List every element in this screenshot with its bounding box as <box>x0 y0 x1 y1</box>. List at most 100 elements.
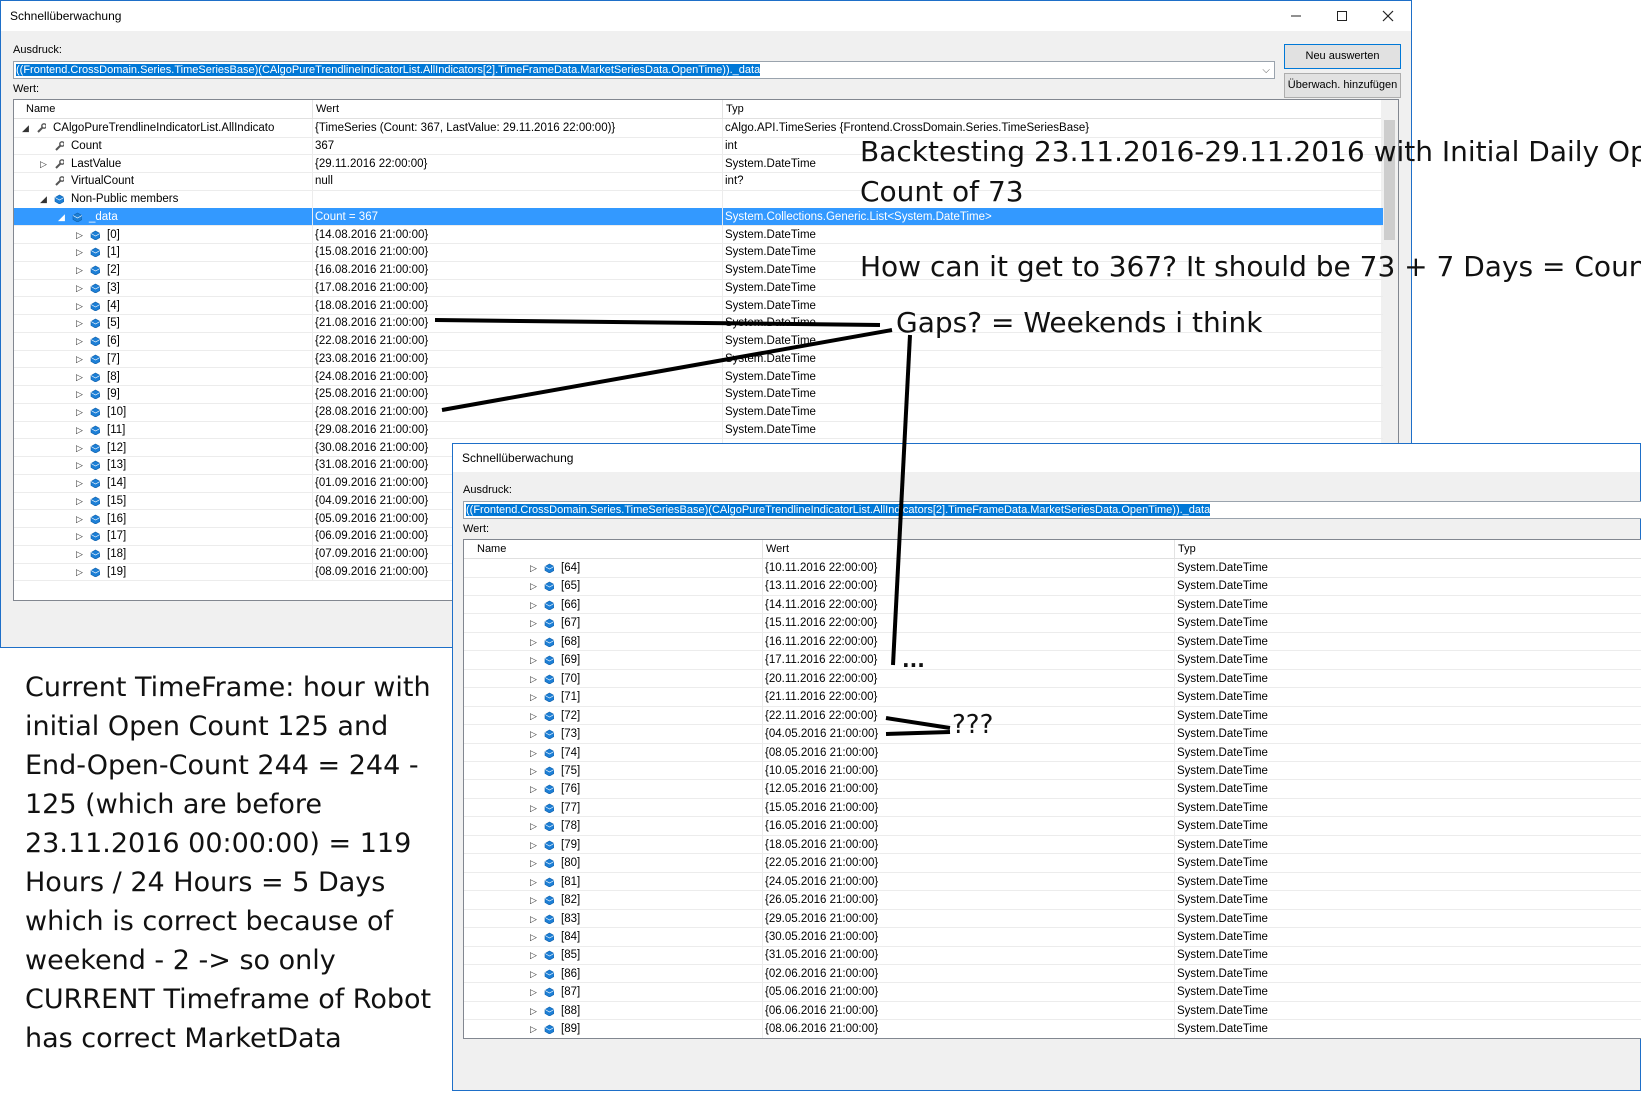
expand-arrow-icon[interactable]: ▷ <box>530 670 537 688</box>
expand-arrow-icon[interactable]: ▷ <box>530 762 537 780</box>
table-row[interactable]: ▷ [64] {10.11.2016 22:00:00} System.DateTim… <box>464 559 1641 578</box>
expand-arrow-icon[interactable]: ▷ <box>530 559 537 577</box>
expand-arrow-icon[interactable]: ▷ <box>76 456 83 474</box>
expand-arrow-icon[interactable]: ▷ <box>76 226 83 244</box>
expand-arrow-icon[interactable]: ▷ <box>530 688 537 706</box>
table-row[interactable]: ▷ [72] {22.11.2016 22:00:00} System.DateTim… <box>464 706 1641 726</box>
expand-arrow-icon[interactable]: ▷ <box>76 421 83 439</box>
table-row[interactable]: ▷ [75] {10.05.2016 21:00:00} System.DateTim… <box>464 761 1641 781</box>
table-row[interactable]: ▷ [80] {22.05.2016 21:00:00} System.DateTim… <box>464 854 1641 873</box>
table-row[interactable]: ▷ [10] {28.08.2016 21:00:00} System.DateTim… <box>14 403 1383 422</box>
reevaluate-button[interactable]: Neu auswerten <box>1284 44 1401 69</box>
collapse-arrow-icon[interactable]: ◢ <box>22 119 29 137</box>
table-row[interactable]: ▷ [73] {04.05.2016 21:00:00} System.DateTim… <box>464 725 1641 744</box>
expand-arrow-icon[interactable]: ▷ <box>530 725 537 743</box>
expand-arrow-icon[interactable]: ▷ <box>530 854 537 872</box>
expand-arrow-icon[interactable]: ▷ <box>76 243 83 261</box>
expand-arrow-icon[interactable]: ▷ <box>530 817 537 835</box>
table-row[interactable]: ▷ [0] {14.08.2016 21:00:00} System.DateTime <box>14 225 1383 244</box>
table-row[interactable]: ▷ [77] {15.05.2016 21:00:00} System.DateTim… <box>464 798 1641 818</box>
expand-arrow-icon[interactable]: ▷ <box>76 439 83 457</box>
table-row[interactable]: ▷ [69] {17.11.2016 22:00:00} System.DateTim… <box>464 651 1641 670</box>
expression-combobox[interactable]: ((Frontend.CrossDomain.Series.TimeSeries… <box>13 61 1275 79</box>
expression-combobox[interactable]: ((Frontend.CrossDomain.Series.TimeSeries… <box>463 501 1641 519</box>
column-header-type[interactable]: Typ <box>722 100 1387 118</box>
expand-arrow-icon[interactable]: ▷ <box>530 614 537 632</box>
column-header-type[interactable]: Typ <box>1174 540 1641 558</box>
maximize-button[interactable] <box>1319 1 1365 31</box>
minimize-icon <box>1291 15 1301 17</box>
column-header-value[interactable]: Wert <box>762 540 1174 558</box>
table-row[interactable]: ▷ [9] {25.08.2016 21:00:00} System.DateTime <box>14 385 1383 404</box>
expand-arrow-icon[interactable]: ▷ <box>530 1002 537 1020</box>
expand-arrow-icon[interactable]: ▷ <box>76 527 83 545</box>
minimize-button[interactable] <box>1273 1 1319 31</box>
expand-arrow-icon[interactable]: ▷ <box>530 799 537 817</box>
expand-arrow-icon[interactable]: ▷ <box>530 1020 537 1038</box>
table-row[interactable]: ▷ [7] {23.08.2016 21:00:00} System.DateTime <box>14 349 1383 369</box>
expand-arrow-icon[interactable]: ▷ <box>76 332 83 350</box>
expand-arrow-icon[interactable]: ▷ <box>530 707 537 725</box>
table-row[interactable]: ▷ [78] {16.05.2016 21:00:00} System.DateTim… <box>464 817 1641 836</box>
expand-arrow-icon[interactable]: ▷ <box>76 279 83 297</box>
expand-arrow-icon[interactable]: ▷ <box>530 651 537 669</box>
table-row[interactable]: ▷ [85] {31.05.2016 21:00:00} System.DateTim… <box>464 946 1641 965</box>
table-row[interactable]: ▷ [81] {24.05.2016 21:00:00} System.DateTim… <box>464 872 1641 892</box>
expand-arrow-icon[interactable]: ▷ <box>76 297 83 315</box>
table-row[interactable]: ▷ [76] {12.05.2016 21:00:00} System.DateTim… <box>464 780 1641 799</box>
table-row[interactable]: ▷ [70] {20.11.2016 22:00:00} System.DateTim… <box>464 669 1641 689</box>
table-row[interactable]: ▷ [66] {14.11.2016 22:00:00} System.DateTim… <box>464 595 1641 615</box>
table-row[interactable]: ▷ [87] {05.06.2016 21:00:00} System.DateTim… <box>464 983 1641 1002</box>
expand-arrow-icon[interactable]: ▷ <box>530 780 537 798</box>
expand-arrow-icon[interactable]: ▷ <box>76 261 83 279</box>
expand-arrow-icon[interactable]: ▷ <box>76 314 83 332</box>
table-row[interactable]: ▷ [71] {21.11.2016 22:00:00} System.DateTim… <box>464 688 1641 707</box>
expand-arrow-icon[interactable]: ▷ <box>76 368 83 386</box>
expand-arrow-icon[interactable]: ▷ <box>530 946 537 964</box>
table-row[interactable]: ▷ [89] {08.06.2016 21:00:00} System.DateTim… <box>464 1020 1641 1038</box>
expand-arrow-icon[interactable]: ▷ <box>530 965 537 983</box>
expand-arrow-icon[interactable]: ▷ <box>530 596 537 614</box>
expand-arrow-icon[interactable]: ▷ <box>76 510 83 528</box>
collapse-arrow-icon[interactable]: ◢ <box>40 190 47 208</box>
expand-arrow-icon[interactable]: ▷ <box>76 474 83 492</box>
collapse-arrow-icon[interactable]: ◢ <box>58 208 65 226</box>
column-header-value[interactable]: Wert <box>312 100 722 118</box>
expand-arrow-icon[interactable]: ▷ <box>76 545 83 563</box>
table-row[interactable]: ▷ [68] {16.11.2016 22:00:00} System.DateTim… <box>464 632 1641 652</box>
table-row[interactable]: ▷ [83] {29.05.2016 21:00:00} System.DateTim… <box>464 909 1641 929</box>
column-header-name[interactable]: Name <box>474 540 762 558</box>
table-row[interactable]: ▷ [84] {30.05.2016 21:00:00} System.DateTim… <box>464 928 1641 947</box>
table-row[interactable]: ▷ [8] {24.08.2016 21:00:00} System.DateTime <box>14 367 1383 386</box>
expand-arrow-icon[interactable]: ▷ <box>76 385 83 403</box>
column-header-name[interactable]: Name <box>23 100 312 118</box>
grid-header: Name Wert Typ <box>14 100 1398 119</box>
row-name: [77] <box>561 801 581 814</box>
table-row[interactable]: ▷ [88] {06.06.2016 21:00:00} System.DateTim… <box>464 1001 1641 1021</box>
chevron-down-icon[interactable]: ⌵ <box>1262 63 1270 78</box>
expand-arrow-icon[interactable]: ▷ <box>530 891 537 909</box>
expand-arrow-icon[interactable]: ▷ <box>530 744 537 762</box>
table-row[interactable]: ▷ [82] {26.05.2016 21:00:00} System.DateTim… <box>464 891 1641 910</box>
expand-arrow-icon[interactable]: ▷ <box>530 983 537 1001</box>
expand-arrow-icon[interactable]: ▷ <box>76 492 83 510</box>
close-button[interactable] <box>1365 1 1411 31</box>
table-row[interactable]: ▷ [65] {13.11.2016 22:00:00} System.DateTim… <box>464 577 1641 596</box>
table-row[interactable]: ▷ [79] {18.05.2016 21:00:00} System.DateTim… <box>464 835 1641 855</box>
expand-arrow-icon[interactable]: ▷ <box>530 836 537 854</box>
watch-grid[interactable]: Name Wert Typ ▷ [64] {10.11.2016 22:00:00}… <box>463 539 1641 1039</box>
expand-arrow-icon[interactable]: ▷ <box>530 928 537 946</box>
add-watch-button[interactable]: Überwach. hinzufügen <box>1284 73 1401 98</box>
expand-arrow-icon[interactable]: ▷ <box>76 563 83 581</box>
expand-arrow-icon[interactable]: ▷ <box>76 350 83 368</box>
table-row[interactable]: ▷ [86] {02.06.2016 21:00:00} System.DateTim… <box>464 964 1641 984</box>
expand-arrow-icon[interactable]: ▷ <box>530 577 537 595</box>
expand-arrow-icon[interactable]: ▷ <box>40 155 47 173</box>
expand-arrow-icon[interactable]: ▷ <box>530 910 537 928</box>
expand-arrow-icon[interactable]: ▷ <box>76 403 83 421</box>
table-row[interactable]: ▷ [67] {15.11.2016 22:00:00} System.DateTim… <box>464 614 1641 633</box>
expand-arrow-icon[interactable]: ▷ <box>530 633 537 651</box>
table-row[interactable]: ▷ [11] {29.08.2016 21:00:00} System.DateTim… <box>14 420 1383 440</box>
table-row[interactable]: ▷ [74] {08.05.2016 21:00:00} System.DateTim… <box>464 743 1641 762</box>
expand-arrow-icon[interactable]: ▷ <box>530 873 537 891</box>
